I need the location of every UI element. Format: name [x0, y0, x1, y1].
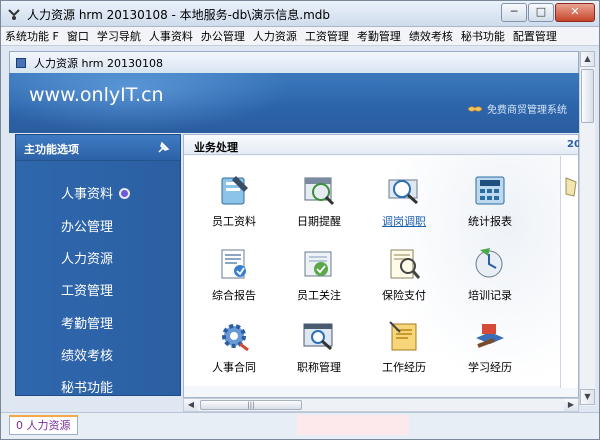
sidebar-item-personnel[interactable]: 人事资料	[61, 183, 131, 202]
sidebar-item-hr[interactable]: 人力资源	[61, 248, 113, 267]
menu-hr[interactable]: 人力资源	[249, 27, 301, 46]
window-icon	[16, 58, 26, 68]
scroll-left-button[interactable]: ◀	[184, 399, 198, 411]
title-bar[interactable]: 人力资源 hrm 20130108 - 本地服务-db\演示信息.mdb ─ □…	[1, 1, 599, 27]
function-grid: 员工资料 日期提醒 调岗调职 统计报表 综合报告 员工关注 保险支付 培训记录 …	[184, 156, 560, 386]
contract-gear-icon	[222, 324, 249, 352]
app-icon	[8, 9, 20, 20]
selected-dot-icon	[119, 188, 131, 199]
func-label: 综合报告	[212, 289, 256, 302]
inner-window-titlebar[interactable]: 人力资源 hrm 20130108	[9, 51, 579, 73]
app-window: 人力资源 hrm 20130108 - 本地服务-db\演示信息.mdb ─ □…	[0, 0, 600, 440]
work-history-icon	[389, 321, 417, 351]
sidebar-title: 主功能选项	[24, 143, 79, 156]
func-study-history[interactable]: 学习经历	[450, 314, 530, 384]
training-icon	[475, 248, 503, 278]
banner-promo-text: 免费商贸管理系统	[487, 105, 567, 116]
scroll-thumb[interactable]	[581, 69, 594, 123]
status-highlight	[297, 415, 409, 435]
func-work-history[interactable]: 工作经历	[364, 314, 444, 384]
transfer-icon	[388, 179, 418, 205]
menu-attendance[interactable]: 考勤管理	[353, 27, 405, 46]
menu-performance[interactable]: 绩效考核	[405, 27, 457, 46]
sidebar-item-office[interactable]: 办公管理	[61, 216, 113, 235]
menu-config[interactable]: 配置管理	[509, 27, 561, 46]
scroll-right-button[interactable]: ▶	[564, 399, 578, 411]
func-date-reminder[interactable]: 日期提醒	[279, 168, 359, 238]
func-training[interactable]: 培训记录	[450, 242, 530, 312]
sidebar-item-attendance[interactable]: 考勤管理	[61, 313, 113, 332]
scroll-down-button[interactable]: ▼	[580, 389, 595, 405]
maximize-button[interactable]: □	[528, 3, 554, 22]
func-label: 人事合同	[212, 361, 256, 374]
business-panel-title: 业务处理	[194, 141, 238, 154]
func-employee-file[interactable]: 员工资料	[194, 168, 274, 238]
func-label: 日期提醒	[297, 215, 341, 228]
func-transfer[interactable]: 调岗调职	[364, 168, 444, 238]
sidebar-header: 主功能选项	[16, 135, 180, 161]
business-panel-header: 业务处理 20	[184, 135, 581, 155]
scroll-up-button[interactable]: ▲	[580, 51, 595, 67]
title-manage-icon	[303, 323, 333, 351]
menu-office[interactable]: 办公管理	[197, 27, 249, 46]
func-report[interactable]: 综合报告	[194, 242, 274, 312]
pin-icon[interactable]	[156, 141, 170, 155]
menu-bar: 系统功能 F 窗口 学习导航 人事资料 办公管理 人力资源 工资管理 考勤管理 绩效考核 秘书功能…	[1, 27, 599, 46]
document-peek-icon	[565, 177, 577, 197]
menu-salary[interactable]: 工资管理	[301, 27, 353, 46]
inner-window-title: 人力资源 hrm 20130108	[34, 57, 163, 70]
window-title: 人力资源 hrm 20130108 - 本地服务-db\演示信息.mdb	[27, 8, 331, 22]
report-icon	[221, 249, 246, 279]
func-label: 员工关注	[297, 289, 341, 302]
employee-file-icon	[221, 176, 248, 205]
handshake-icon	[467, 106, 483, 112]
date-reminder-icon	[304, 177, 335, 206]
func-label: 学习经历	[468, 361, 512, 374]
banner-promo[interactable]: 免费商贸管理系统	[467, 101, 567, 116]
func-statistics[interactable]: 统计报表	[450, 168, 530, 238]
func-label: 保险支付	[382, 289, 426, 302]
menu-window[interactable]: 窗口	[63, 27, 93, 46]
vertical-scrollbar[interactable]: ▲ ▼	[579, 51, 595, 406]
calculator-icon	[475, 176, 505, 205]
menu-system[interactable]: 系统功能 F	[1, 27, 63, 46]
insurance-icon	[390, 249, 421, 279]
func-label: 调岗调职	[382, 215, 426, 228]
sidebar-item-label: 人事资料	[61, 187, 114, 202]
sidebar-item-salary[interactable]: 工资管理	[61, 280, 113, 299]
employee-care-icon	[304, 251, 332, 277]
sidebar-item-performance[interactable]: 绩效考核	[61, 345, 113, 364]
horizontal-scrollbar[interactable]: ◀ ||| ▶	[183, 398, 579, 412]
func-insurance[interactable]: 保险支付	[364, 242, 444, 312]
banner: www.onlyIT.cn 免费商贸管理系统	[9, 73, 579, 133]
func-title-manage[interactable]: 职称管理	[279, 314, 359, 384]
menu-secretary[interactable]: 秘书功能	[457, 27, 509, 46]
func-label: 统计报表	[468, 215, 512, 228]
func-contract[interactable]: 人事合同	[194, 314, 274, 384]
business-panel: 业务处理 20 员工资料 日期提醒 调岗调职 统计报表 综合报告 员工关注 保险…	[183, 134, 581, 398]
banner-url: www.onlyIT.cn	[29, 84, 164, 106]
close-button[interactable]: ✕	[555, 3, 595, 22]
status-bar: 0 人力资源	[1, 412, 599, 439]
menu-learning-guide[interactable]: 学习导航	[93, 27, 145, 46]
func-employee-care[interactable]: 员工关注	[279, 242, 359, 312]
func-label: 培训记录	[468, 289, 512, 302]
scroll-thumb-horizontal[interactable]: |||	[200, 400, 302, 410]
minimize-button[interactable]: ─	[501, 3, 527, 22]
func-label: 员工资料	[212, 215, 256, 228]
sidebar-item-secretary[interactable]: 秘书功能	[61, 377, 113, 396]
study-history-icon	[476, 324, 504, 348]
menu-personnel[interactable]: 人事资料	[145, 27, 197, 46]
window-tab-hr[interactable]: 0 人力资源	[9, 415, 78, 435]
side-peek-panel	[560, 156, 578, 388]
sidebar: 主功能选项 人事资料 办公管理 人力资源 工资管理 考勤管理 绩效考核 秘书功能	[15, 134, 181, 396]
func-label: 职称管理	[297, 361, 341, 374]
func-label: 工作经历	[382, 361, 426, 374]
